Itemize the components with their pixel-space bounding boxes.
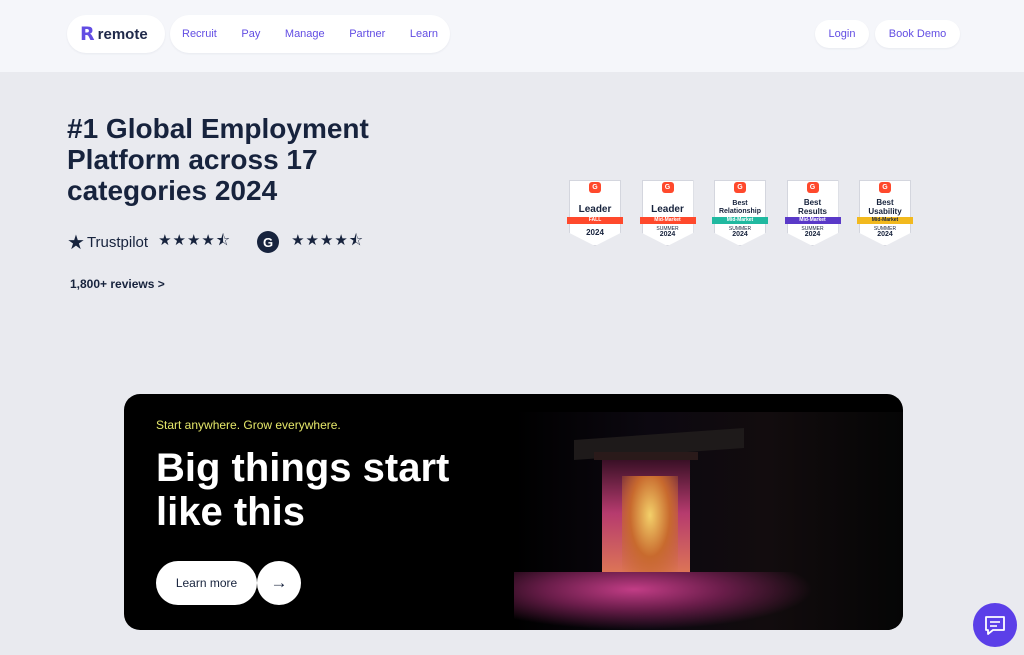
g2-badge-icon: G (589, 182, 601, 193)
badge-title: Best (732, 200, 748, 207)
g2-logo-icon: G (257, 231, 280, 253)
g2-badge-best-usability: G Best Usability Mid-Market SUMMER 2024 (857, 180, 913, 248)
badge-ribbon: FALL (567, 217, 623, 224)
hero-image-light (622, 476, 678, 574)
logo-text: remote (97, 25, 148, 43)
badge-ribbon: Mid-Market (857, 217, 913, 224)
badge-ribbon: Mid-Market (639, 217, 696, 224)
badge-title: Leader (578, 204, 612, 215)
g2-badge-icon: G (734, 182, 746, 193)
learn-more-button[interactable]: Learn more (156, 561, 257, 605)
badge-ribbon: Mid-Market (784, 217, 841, 224)
hero-image (514, 412, 903, 630)
ratings-row: ★ Trustpilot ★★★★⯪ G ★★★★⯪ (67, 230, 364, 254)
badge-subtitle: Usability (868, 207, 902, 216)
badge-title: Best (876, 198, 894, 207)
badge-year: 2024 (732, 231, 748, 238)
hero-image-frame (594, 452, 698, 460)
chat-button[interactable] (973, 603, 1017, 647)
badge-year: 2024 (659, 231, 676, 238)
nav-item-learn[interactable]: Learn (410, 28, 438, 40)
nav-item-pay[interactable]: Pay (241, 28, 260, 40)
arrow-right-icon[interactable]: → (257, 561, 301, 605)
nav-item-manage[interactable]: Manage (285, 28, 325, 40)
badge-title: Best (803, 198, 822, 207)
hero-title: Big things start like this (156, 446, 450, 534)
badge-subtitle: Results (798, 207, 827, 216)
book-demo-button[interactable]: Book Demo (875, 20, 960, 48)
badge-title: Leader (651, 204, 684, 215)
page-title: #1 Global Employment Platform across 17 … (67, 113, 369, 206)
badge-subtitle: Relationship (718, 208, 761, 215)
chat-icon (985, 616, 1005, 635)
nav-item-partner[interactable]: Partner (349, 28, 385, 40)
hero-banner: Start anywhere. Grow everywhere. Big thi… (124, 394, 903, 630)
g2-badge-best-relationship: G Best Relationship Mid-Market SUMMER 20… (712, 180, 768, 248)
remote-logo-icon: R (80, 23, 95, 45)
g2-badge-icon: G (661, 182, 674, 193)
reviews-link[interactable]: 1,800+ reviews > (70, 277, 165, 291)
trustpilot-rating-stars: ★★★★⯪ (158, 231, 232, 249)
badge-year: 2024 (877, 231, 893, 238)
badge-year: 2024 (804, 231, 821, 238)
g2-badge-leader-fall: G Leader FALL 2024 (567, 180, 623, 248)
hero-image-floor-glow (514, 572, 814, 630)
g2-rating-stars: ★★★★⯪ (291, 231, 365, 249)
login-button[interactable]: Login (815, 20, 869, 48)
g2-badges: G Leader FALL 2024 G Leader Mid-Market S… (567, 180, 930, 248)
g2-badge-icon: G (806, 182, 819, 193)
badge-ribbon: Mid-Market (712, 217, 768, 224)
hero-eyebrow: Start anywhere. Grow everywhere. (156, 418, 341, 432)
logo-link[interactable]: R remote (67, 15, 165, 53)
trustpilot-label: Trustpilot (86, 233, 149, 251)
g2-badge-icon: G (879, 182, 891, 193)
nav-item-recruit[interactable]: Recruit (182, 28, 217, 40)
trustpilot-star-icon: ★ (67, 231, 85, 254)
g2-badge-leader-midmarket: G Leader Mid-Market SUMMER 2024 (639, 180, 696, 248)
g2-badge-best-results: G Best Results Mid-Market SUMMER 2024 (784, 180, 841, 248)
main-nav: Recruit Pay Manage Partner Learn (170, 15, 450, 53)
badge-year: 2024 (586, 228, 604, 237)
